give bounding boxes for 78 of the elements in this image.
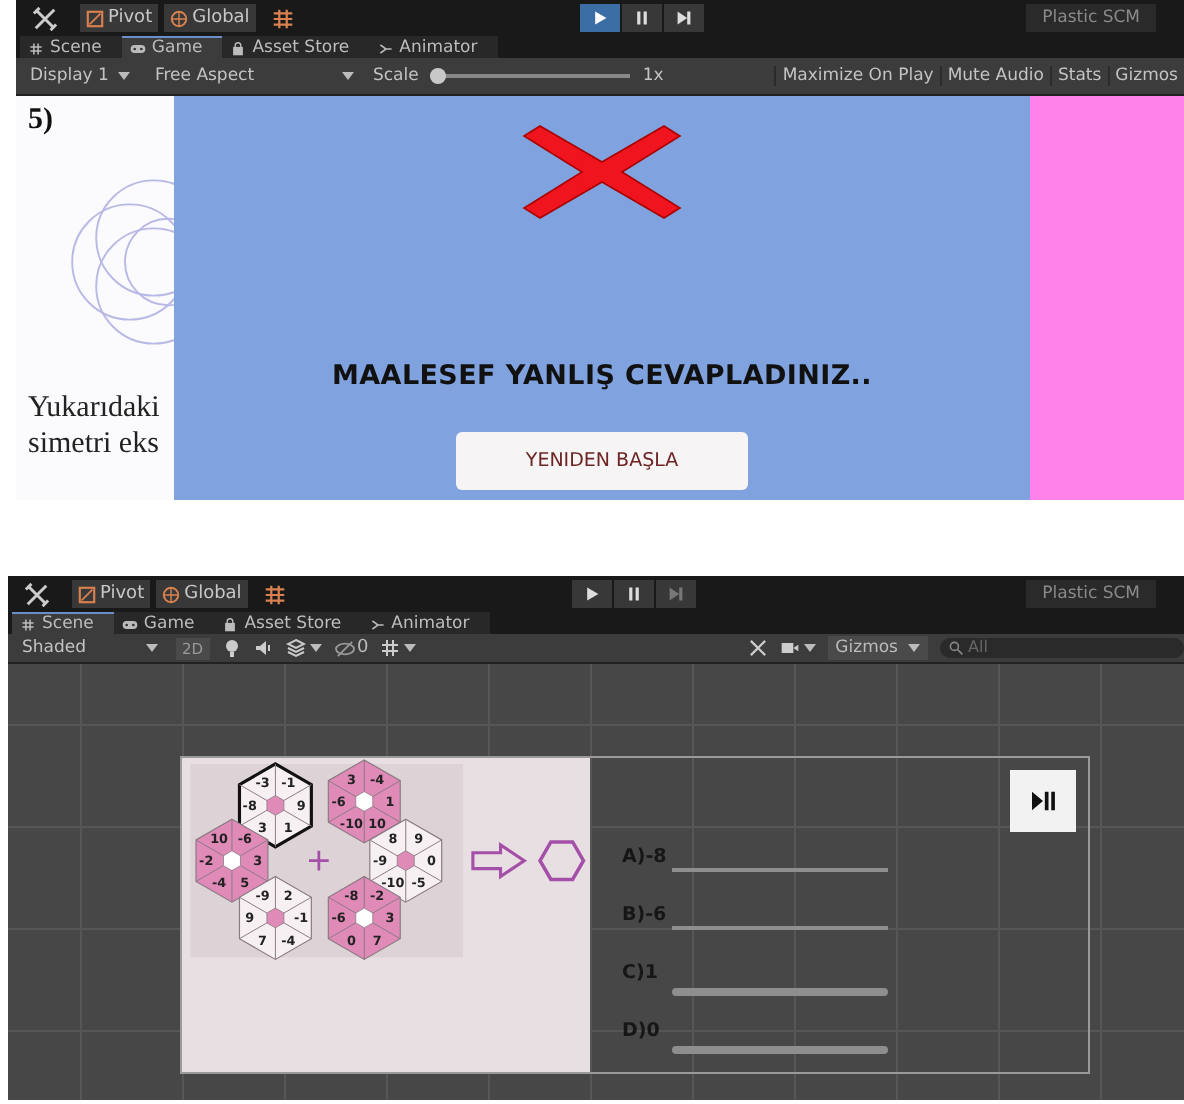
search-field[interactable]: All [940, 638, 1184, 658]
pivot-icon [86, 9, 104, 27]
caret-icon [118, 72, 131, 80]
tools-icon[interactable] [747, 638, 768, 658]
play-button[interactable] [572, 580, 612, 608]
pause-icon [634, 10, 650, 26]
arrow-icon [471, 841, 528, 880]
play-icon [592, 10, 608, 26]
play-pause-icon [1030, 790, 1056, 812]
tools-icon[interactable] [32, 5, 58, 31]
grid-snap-icon[interactable] [269, 5, 296, 31]
editor-tab[interactable]: Animator [369, 36, 498, 58]
play-icon [584, 586, 600, 602]
caret-icon[interactable] [309, 644, 322, 652]
question-text: Yukarıdaki [28, 390, 162, 426]
global-button[interactable]: Global [156, 580, 248, 608]
hidden-objects-toggle[interactable]: 0 [333, 638, 369, 658]
grid-snap-icon[interactable] [261, 581, 288, 607]
caret-icon [146, 644, 158, 652]
pivot-button[interactable]: Pivot [80, 4, 159, 32]
search-icon [948, 640, 964, 656]
grid-icon [28, 41, 44, 55]
shading-dropdown[interactable]: Shaded [16, 638, 164, 658]
display-dropdown[interactable]: Display 1 [24, 66, 137, 86]
caret-icon[interactable] [803, 644, 816, 652]
scale-label: Scale [372, 66, 419, 86]
speaker-icon[interactable] [253, 638, 274, 658]
camera-icon[interactable] [779, 638, 800, 658]
result-message: MAALESEF YANLIŞ CEVAPLADINIZ.. [332, 360, 872, 392]
caret-icon[interactable] [404, 644, 417, 652]
plastic-scm-button[interactable]: Plastic SCM [1026, 4, 1156, 32]
game-view-option[interactable]: Stats [1049, 66, 1108, 86]
pause-button[interactable] [622, 4, 662, 32]
pivot-icon [78, 585, 96, 603]
editor-tab[interactable]: Game [113, 612, 215, 634]
gamepad-icon [121, 617, 138, 631]
aspect-dropdown[interactable]: Free Aspect [148, 66, 361, 86]
pause-icon [626, 586, 642, 602]
slider-thumb[interactable] [430, 68, 447, 84]
editor-tab[interactable]: Game [121, 36, 223, 58]
eye-slash-icon [333, 639, 356, 657]
globe-icon [162, 585, 181, 603]
global-button[interactable]: Global [164, 4, 256, 32]
step-icon [668, 586, 684, 602]
game-view-option[interactable]: Gizmos [1107, 66, 1184, 86]
pause-button[interactable] [614, 580, 654, 608]
globe-icon [170, 9, 189, 27]
step-icon [676, 10, 692, 26]
question-text: simetri eks [28, 426, 161, 462]
plastic-scm-button[interactable]: Plastic SCM [1026, 580, 1156, 608]
editor-tab[interactable]: Asset Store [222, 36, 370, 58]
game-view-option[interactable]: Mute Audio [939, 66, 1050, 86]
question-number: 5) [28, 104, 55, 138]
editor-tab[interactable]: Asset Store [214, 612, 362, 634]
scale-value: 1x [642, 66, 664, 86]
restart-button[interactable]: YENIDEN BAŞLA [456, 432, 748, 490]
grid-icon[interactable] [380, 638, 401, 658]
animator-icon [369, 617, 386, 631]
editor-tab[interactable]: Scene [20, 36, 122, 58]
hexagon-icon [538, 840, 586, 882]
animator-icon [377, 41, 394, 55]
plus-icon [307, 849, 331, 872]
game-view-option[interactable]: Maximize On Play [774, 66, 940, 86]
editor-tab[interactable]: Animator [361, 612, 490, 634]
scale-slider[interactable] [430, 68, 631, 84]
step-button[interactable] [664, 4, 704, 32]
play-button[interactable] [580, 4, 620, 32]
pivot-button[interactable]: Pivot [72, 580, 151, 608]
gamepad-icon [129, 41, 146, 55]
editor-tab[interactable]: Scene [12, 612, 114, 634]
lightbulb-icon[interactable] [221, 638, 242, 658]
play-pause-button[interactable] [1010, 770, 1076, 832]
gizmos-dropdown[interactable]: Gizmos [827, 636, 928, 660]
caret-icon [342, 72, 355, 80]
layers-icon[interactable] [285, 638, 306, 658]
tools-icon[interactable] [24, 581, 50, 607]
grid-icon [20, 617, 36, 631]
caret-icon [908, 644, 920, 652]
